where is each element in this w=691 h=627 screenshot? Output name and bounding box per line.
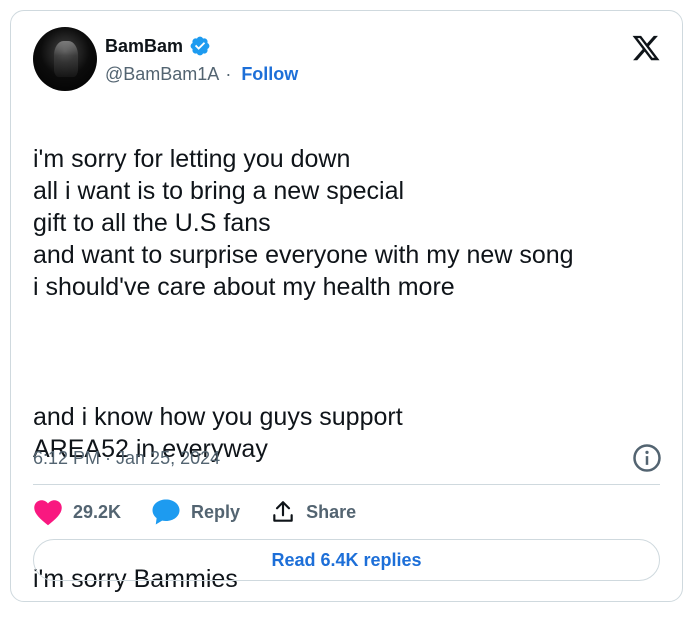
tweet-actions: 29.2K Reply Share <box>33 495 386 529</box>
heart-icon <box>34 500 62 526</box>
info-icon[interactable] <box>632 443 662 473</box>
divider <box>33 484 660 485</box>
like-button[interactable]: 29.2K <box>33 498 121 526</box>
separator-dot: · <box>225 64 232 84</box>
tweet-timestamp[interactable]: 6:12 PM · Jan 25, 2024 <box>33 448 220 469</box>
x-logo-icon[interactable] <box>630 33 662 63</box>
author-name[interactable]: BamBam <box>105 36 183 57</box>
like-count: 29.2K <box>73 501 122 522</box>
share-label: Share <box>306 501 357 522</box>
author-handle[interactable]: @BamBam1A <box>105 64 219 85</box>
read-replies-button[interactable]: Read 6.4K replies <box>33 539 660 581</box>
author-name-row: BamBam <box>105 33 211 59</box>
reply-label: Reply <box>191 501 241 522</box>
share-arrow-icon <box>273 501 293 522</box>
verified-badge-icon <box>190 36 210 56</box>
author-handle-row: @BamBam1A · Follow <box>105 64 298 85</box>
tweet-embed-card: BamBam @BamBam1A · Follow i'm sorry for … <box>10 10 683 602</box>
tweet-paragraph-1: i'm sorry for letting you down all i wan… <box>33 145 574 301</box>
avatar[interactable] <box>33 27 97 91</box>
reply-button[interactable]: Reply <box>151 498 240 526</box>
speech-bubble-icon <box>152 499 180 525</box>
follow-link[interactable]: Follow <box>241 64 298 85</box>
share-button[interactable]: Share <box>270 498 356 526</box>
